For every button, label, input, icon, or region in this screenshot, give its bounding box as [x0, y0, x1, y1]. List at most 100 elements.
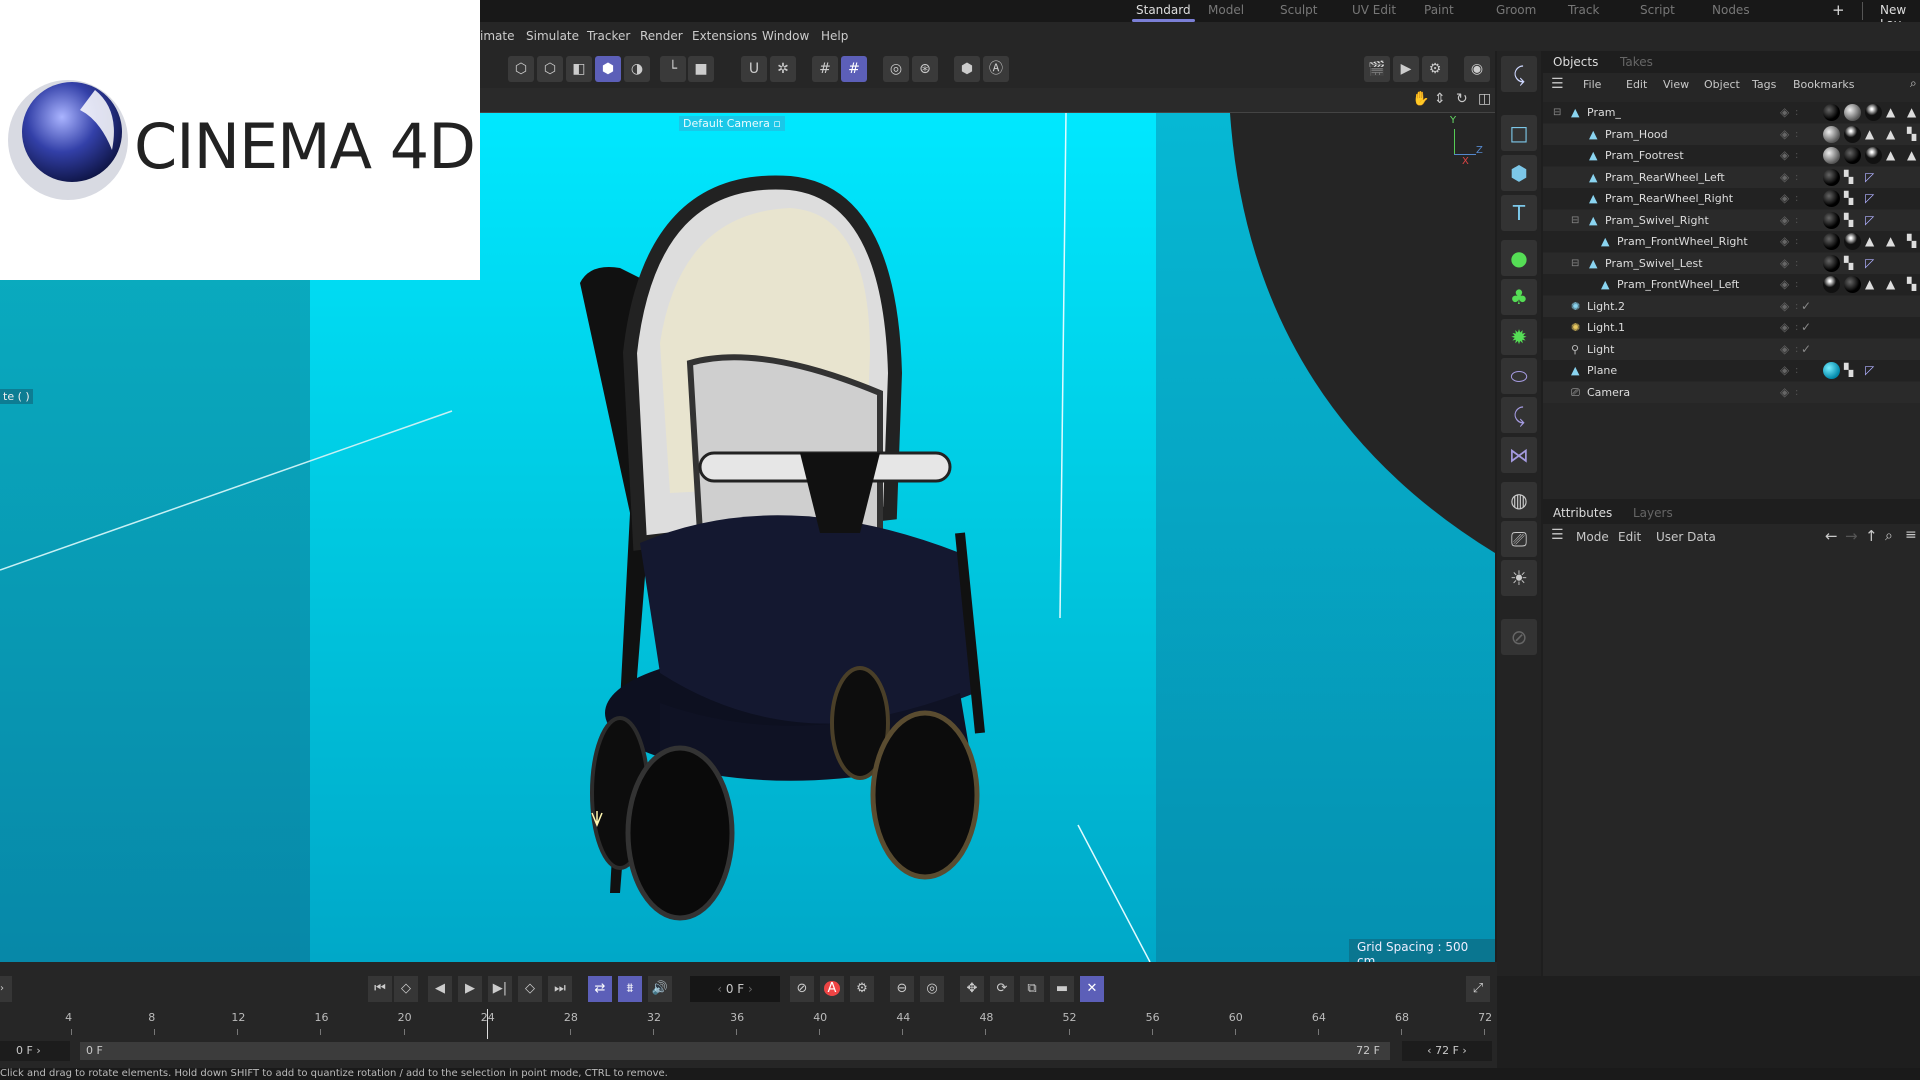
phong-tag-icon[interactable]: ▲: [1886, 274, 1895, 295]
hamburger-icon[interactable]: ☰: [1551, 527, 1564, 543]
keyframe-selection-button[interactable]: ⊖: [890, 976, 914, 1002]
light-tool[interactable]: ☀: [1501, 560, 1537, 596]
rotate-view-icon[interactable]: ↻: [1456, 91, 1468, 107]
uvw-tag-icon[interactable]: ▚: [1844, 188, 1853, 209]
timeline-graph-icon[interactable]: ⤢: [1466, 976, 1490, 1002]
axis-mode-button[interactable]: └: [660, 56, 686, 82]
snap-settings-button[interactable]: ✲: [770, 56, 796, 82]
visibility-dots-icon[interactable]: :: [1795, 210, 1798, 231]
cloner-tool[interactable]: ♣: [1501, 279, 1537, 315]
tab-objects[interactable]: Objects: [1553, 55, 1598, 69]
material-glossy-tag-icon[interactable]: [1823, 276, 1840, 293]
material-dark-tag-icon[interactable]: [1844, 276, 1861, 293]
grid-icon-button[interactable]: #: [812, 56, 838, 82]
range-end-field[interactable]: ‹ 72 F ›: [1402, 1041, 1492, 1061]
object-name[interactable]: Pram_RearWheel_Right: [1605, 188, 1733, 209]
phong-tag-icon[interactable]: ▲: [1907, 102, 1916, 123]
search-icon[interactable]: ⌕: [1885, 528, 1893, 544]
layer-icon[interactable]: ◈: [1780, 188, 1789, 209]
uvw-tag-icon[interactable]: ▚: [1844, 360, 1853, 381]
layer-icon[interactable]: ◈: [1780, 382, 1789, 403]
enabled-check-icon[interactable]: ✓: [1801, 317, 1811, 338]
layer-icon[interactable]: ◈: [1780, 167, 1789, 188]
object-row[interactable]: ✺ Light.1 ◈: ✓: [1543, 317, 1920, 338]
phong-tag-icon[interactable]: ▲: [1886, 102, 1895, 123]
uv-mode-button[interactable]: ◑: [624, 56, 650, 82]
visibility-dots-icon[interactable]: :: [1795, 231, 1798, 252]
menu-help[interactable]: Help: [821, 29, 848, 43]
layout-tab-sculpt[interactable]: Sculpt: [1280, 3, 1317, 17]
playhead[interactable]: [486, 1009, 488, 1039]
deformer-tool[interactable]: ⬭: [1501, 358, 1537, 394]
object-row[interactable]: ▲ Pram_RearWheel_Left ◈: ▚ ◸: [1543, 166, 1920, 188]
visibility-dots-icon[interactable]: :: [1795, 296, 1798, 317]
object-name[interactable]: Light: [1587, 339, 1614, 360]
object-row[interactable]: ▲Pram_FrontWheel_Left◈:▲▲▚◸: [1543, 274, 1920, 295]
effector-tool[interactable]: ✹: [1501, 319, 1537, 355]
object-name[interactable]: Pram_FrontWheel_Right: [1617, 231, 1748, 252]
object-row[interactable]: ⎚ Camera ◈:: [1543, 381, 1920, 403]
record-button[interactable]: ⊘: [790, 976, 814, 1002]
phong-tag-icon[interactable]: ▲: [1907, 145, 1916, 166]
pla-key-button[interactable]: ✕: [1080, 976, 1104, 1002]
object-name[interactable]: Light.2: [1587, 296, 1625, 317]
sound-button[interactable]: 🔊: [648, 976, 672, 1002]
material-dark-tag-icon[interactable]: [1844, 147, 1861, 164]
phong-tag-icon[interactable]: ▲: [1886, 231, 1895, 252]
field-tool[interactable]: ⤹: [1501, 397, 1537, 433]
layer-icon[interactable]: ◈: [1780, 210, 1789, 231]
tab-takes[interactable]: Takes: [1620, 55, 1653, 69]
object-mode-button[interactable]: ◧: [566, 56, 592, 82]
phong-tag-icon[interactable]: ▲: [1886, 124, 1895, 145]
layer-icon[interactable]: ◈: [1780, 231, 1789, 252]
auto-key-button[interactable]: Ⓐ: [983, 56, 1009, 82]
render-view-button[interactable]: 🎬: [1364, 56, 1390, 82]
tweak-mode-button[interactable]: ■: [688, 56, 714, 82]
menu-tracker[interactable]: Tracker: [587, 29, 630, 43]
visibility-dots-icon[interactable]: :: [1795, 167, 1798, 188]
objects-menu-object[interactable]: Object: [1704, 78, 1740, 91]
menu-extensions[interactable]: Extensions: [692, 29, 757, 43]
phong-tag-icon[interactable]: ▲: [1865, 274, 1874, 295]
object-row[interactable]: ⊟ ▲ Pram_Swivel_Lest ◈: ▚ ◸: [1543, 252, 1920, 274]
material-dark-tag-icon[interactable]: [1823, 190, 1840, 207]
object-name[interactable]: Pram_RearWheel_Left: [1605, 167, 1725, 188]
object-name[interactable]: Light.1: [1587, 317, 1625, 338]
timeline-ruler[interactable]: 04812162024283236404448525660646872: [0, 1009, 1497, 1043]
search-icon[interactable]: ⌕: [1910, 76, 1917, 91]
prev-key-button[interactable]: ◇: [394, 976, 418, 1002]
enabled-check-icon[interactable]: ✓: [1801, 339, 1811, 360]
range-start-field[interactable]: 0 F ›: [0, 1041, 70, 1061]
go-to-end-button[interactable]: ⏭: [548, 976, 572, 1002]
object-row[interactable]: ▲ Pram_RearWheel_Right ◈: ▚ ◸: [1543, 188, 1920, 209]
layer-icon[interactable]: ◈: [1780, 317, 1789, 338]
spline-deformer-tool[interactable]: ⋈: [1501, 437, 1537, 473]
object-name[interactable]: Pram_Footrest: [1605, 145, 1684, 166]
prev-frame-button[interactable]: ◀: [428, 976, 452, 1002]
menu-imate[interactable]: imate: [480, 29, 514, 43]
visibility-dots-icon[interactable]: :: [1795, 253, 1798, 274]
workplane-button[interactable]: ◎: [883, 56, 909, 82]
object-name[interactable]: Plane: [1587, 360, 1617, 381]
menu-simulate[interactable]: Simulate: [526, 29, 579, 43]
uvw-tag-icon[interactable]: ▚: [1907, 274, 1916, 295]
material-glossy-tag-icon[interactable]: [1865, 147, 1882, 164]
polygon-mode-button[interactable]: ⬢: [595, 56, 621, 82]
environment-tool[interactable]: ◍: [1501, 482, 1537, 518]
uvw-tag-icon[interactable]: ▚: [1844, 167, 1853, 188]
timeline-left-arrow[interactable]: ›: [0, 976, 12, 1002]
layout-tab-track[interactable]: Track: [1568, 3, 1599, 17]
visibility-dots-icon[interactable]: :: [1795, 382, 1798, 403]
material-blue-tag-icon[interactable]: [1823, 362, 1840, 379]
locking-button[interactable]: ⊛: [912, 56, 938, 82]
objects-menu-file[interactable]: File: [1583, 78, 1601, 91]
play-button[interactable]: ▶: [458, 976, 482, 1002]
model-mode-button[interactable]: ⬡: [508, 56, 534, 82]
phong-tag-icon[interactable]: ▲: [1886, 145, 1895, 166]
go-to-start-button[interactable]: ⏮: [368, 976, 392, 1002]
fold-toggle-icon[interactable]: ⊟: [1571, 210, 1579, 231]
param-key-button[interactable]: ▬: [1050, 976, 1074, 1002]
filter-icon[interactable]: ≡: [1905, 527, 1917, 543]
material-gray-tag-icon[interactable]: [1823, 147, 1840, 164]
object-row[interactable]: ⊟ ▲ Pram_Swivel_Right ◈: ▚ ◸: [1543, 209, 1920, 231]
